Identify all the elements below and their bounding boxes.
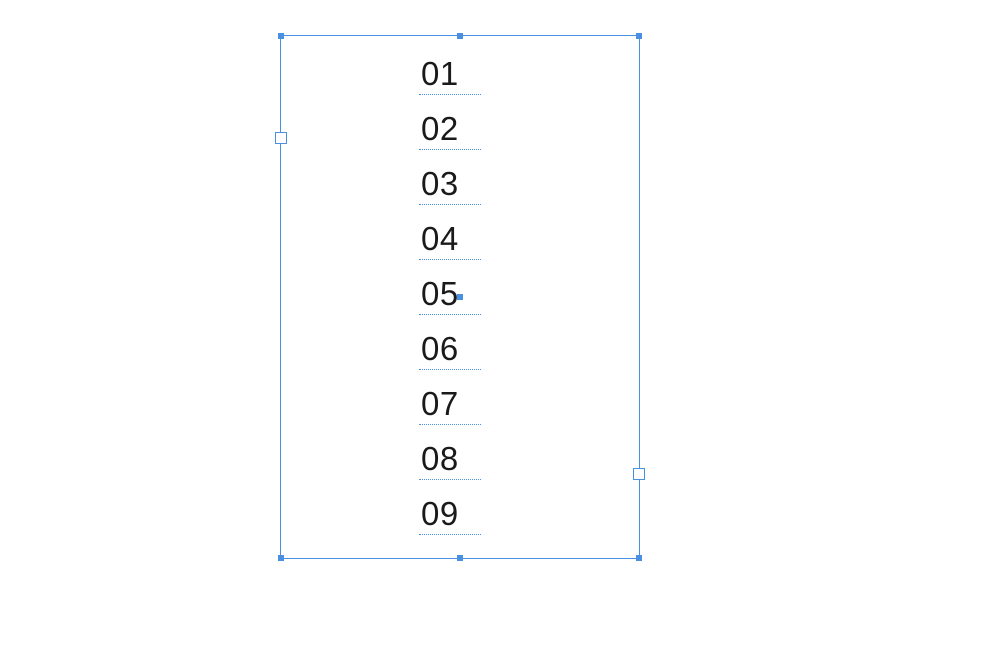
- text-line: 06: [421, 321, 501, 376]
- text-frame-content[interactable]: 01 02 03 04 05 06 07 08 09: [421, 46, 501, 541]
- text-line: 01: [421, 46, 501, 101]
- resize-handle-bottom-right[interactable]: [636, 555, 642, 561]
- text-line: 05: [421, 266, 501, 321]
- text-out-port[interactable]: [633, 468, 645, 480]
- text-line: 07: [421, 376, 501, 431]
- text-line: 08: [421, 431, 501, 486]
- text-line: 09: [421, 486, 501, 541]
- text-line: 02: [421, 101, 501, 156]
- resize-handle-top-left[interactable]: [278, 33, 284, 39]
- resize-handle-top-mid[interactable]: [457, 33, 463, 39]
- resize-handle-top-right[interactable]: [636, 33, 642, 39]
- resize-handle-bottom-mid[interactable]: [457, 555, 463, 561]
- text-line: 03: [421, 156, 501, 211]
- text-line: 04: [421, 211, 501, 266]
- text-in-port[interactable]: [275, 132, 287, 144]
- resize-handle-bottom-left[interactable]: [278, 555, 284, 561]
- text-frame-selection[interactable]: 01 02 03 04 05 06 07 08 09: [280, 35, 640, 559]
